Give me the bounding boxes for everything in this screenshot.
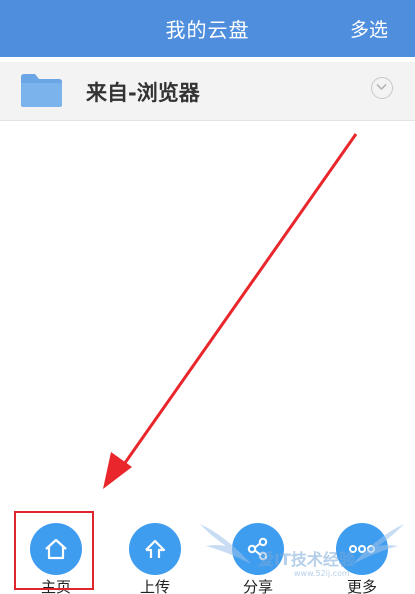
file-name: 来自-浏览器 — [86, 81, 200, 105]
home-button[interactable]: 主页 — [20, 523, 90, 594]
share-label: 分享 — [242, 578, 273, 594]
more-label: 更多 — [346, 578, 377, 594]
app-screen: 我的云盘 多选 来自-浏览器 主页 上传 分享 更多 爱IT技术经验 www.5… — [0, 0, 415, 594]
share-button[interactable]: 分享 — [222, 523, 292, 594]
upload-label: 上传 — [139, 578, 170, 594]
share-icon — [232, 523, 284, 575]
folder-icon — [21, 74, 62, 107]
chevron-down-icon[interactable] — [371, 77, 393, 99]
upload-button[interactable]: 上传 — [119, 523, 189, 594]
more-button[interactable]: 更多 — [326, 523, 396, 594]
file-row[interactable]: 来自-浏览器 — [0, 62, 415, 121]
multi-select-button[interactable]: 多选 — [350, 15, 388, 42]
bottom-toolbar: 主页 上传 分享 更多 — [0, 510, 415, 594]
upload-icon — [129, 523, 181, 575]
home-icon — [30, 523, 82, 575]
header-bar: 我的云盘 多选 — [0, 0, 415, 57]
more-icon — [336, 523, 388, 575]
home-label: 主页 — [40, 578, 71, 594]
